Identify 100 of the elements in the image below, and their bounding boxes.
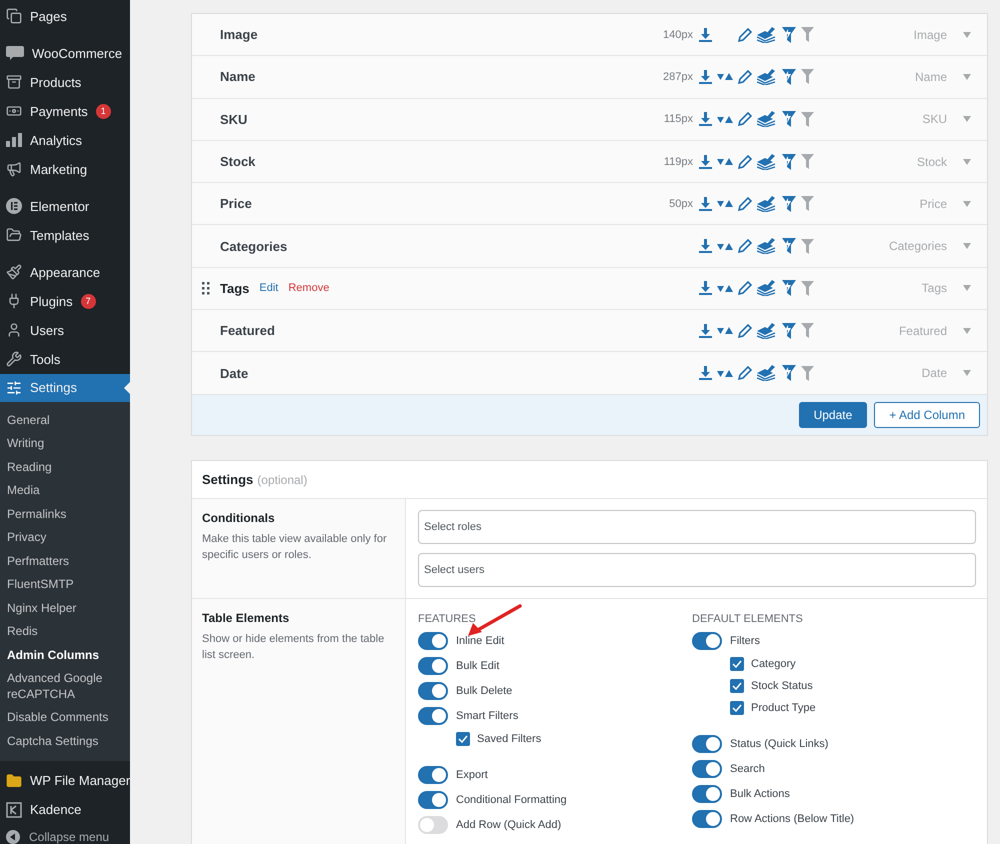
funnel-bolt-icon[interactable]: [782, 154, 796, 170]
pencil-icon[interactable]: [738, 366, 752, 380]
edit-link[interactable]: Edit: [259, 282, 278, 294]
pencil-icon[interactable]: [738, 70, 752, 84]
checkbox[interactable]: [730, 657, 744, 672]
checkbox[interactable]: [730, 679, 744, 694]
column-width: 287px: [662, 70, 694, 83]
submenu-item[interactable]: Writing: [0, 432, 130, 456]
download-icon[interactable]: [699, 70, 712, 84]
pencil-icon[interactable]: [738, 196, 752, 211]
submenu-item[interactable]: Media: [0, 479, 130, 503]
download-icon[interactable]: [699, 28, 712, 42]
submenu-item[interactable]: Permalinks: [0, 502, 130, 526]
menu-item[interactable]: Tools: [0, 344, 130, 374]
submenu-item[interactable]: Redis: [0, 620, 130, 644]
menu-item[interactable]: Settings: [0, 374, 130, 402]
download-icon[interactable]: [699, 281, 712, 296]
submenu-item[interactable]: Perfmatters: [0, 550, 130, 574]
submenu-item[interactable]: General: [0, 408, 130, 432]
menu-item[interactable]: WP File Manager: [0, 766, 130, 796]
column-label: Name: [220, 69, 256, 84]
funnel-bolt-icon[interactable]: [782, 68, 796, 85]
funnel-bolt-icon[interactable]: [782, 111, 796, 128]
pencil-icon[interactable]: [738, 281, 752, 296]
toggle-switch[interactable]: [418, 766, 448, 784]
menu-item[interactable]: Payments 1: [0, 96, 130, 126]
menu-item[interactable]: Templates: [0, 220, 130, 250]
funnel-bolt-icon[interactable]: [782, 196, 796, 212]
funnel-bolt-icon[interactable]: [782, 280, 796, 296]
menu-item[interactable]: Appearance: [0, 258, 130, 287]
download-icon[interactable]: [699, 154, 712, 169]
checkbox[interactable]: [456, 732, 470, 746]
collapse-menu-button[interactable]: Collapse menu: [0, 824, 130, 844]
toggle-switch[interactable]: [418, 790, 448, 809]
menu-item[interactable]: Products: [0, 68, 130, 97]
pencil-icon[interactable]: [738, 28, 752, 42]
funnel-bolt-icon[interactable]: [782, 365, 796, 382]
pencil-icon[interactable]: [738, 239, 752, 254]
stacked-edit-icon[interactable]: [757, 280, 777, 296]
menu-item[interactable]: Marketing: [0, 154, 130, 184]
sort-icon[interactable]: [717, 284, 733, 293]
submenu-item[interactable]: Captcha Settings: [0, 730, 130, 754]
menu-item[interactable]: WooCommerce: [0, 38, 130, 68]
remove-link[interactable]: Remove: [288, 282, 330, 294]
toggle-switch[interactable]: [418, 632, 448, 650]
sort-icon[interactable]: [717, 199, 733, 208]
sort-icon[interactable]: [717, 368, 733, 378]
toggle-switch[interactable]: [692, 784, 722, 803]
submenu-item[interactable]: Advanced Google reCAPTCHA: [0, 667, 130, 706]
drag-handle-icon[interactable]: [202, 282, 210, 295]
submenu-item[interactable]: Disable Comments: [0, 706, 130, 730]
download-icon[interactable]: [699, 366, 712, 380]
sort-icon[interactable]: [717, 72, 733, 82]
pencil-icon[interactable]: [738, 112, 752, 126]
update-button[interactable]: Update: [798, 402, 868, 428]
download-icon[interactable]: [699, 239, 712, 254]
funnel-bolt-icon[interactable]: [782, 322, 796, 339]
toggle-switch[interactable]: [418, 656, 448, 675]
select-field[interactable]: Select roles: [418, 510, 976, 544]
toggle-switch[interactable]: [692, 760, 722, 778]
submenu-item[interactable]: Reading: [0, 456, 130, 480]
stacked-edit-icon[interactable]: [757, 196, 777, 212]
menu-item[interactable]: Elementor: [0, 192, 130, 221]
submenu-item[interactable]: FluentSMTP: [0, 573, 130, 597]
menu-item[interactable]: Users: [0, 316, 130, 345]
menu-item[interactable]: Kadence: [0, 795, 130, 824]
stacked-edit-icon[interactable]: [757, 365, 777, 382]
stacked-edit-icon[interactable]: [757, 111, 777, 128]
bar-chart-icon: [6, 133, 22, 148]
toggle-switch[interactable]: [692, 734, 722, 753]
stacked-edit-icon[interactable]: [757, 68, 777, 85]
sort-icon[interactable]: [717, 157, 733, 166]
stacked-edit-icon[interactable]: [757, 154, 777, 170]
toggle-switch[interactable]: [418, 706, 448, 725]
pencil-icon[interactable]: [738, 154, 752, 169]
toggle-switch[interactable]: [692, 632, 722, 650]
menu-item[interactable]: Plugins 7: [0, 286, 130, 316]
download-icon[interactable]: [699, 112, 712, 126]
download-icon[interactable]: [699, 196, 712, 211]
select-field[interactable]: Select users: [418, 552, 976, 587]
funnel-bolt-icon[interactable]: [782, 26, 796, 43]
add-column-button[interactable]: + Add Column: [874, 402, 980, 428]
funnel-bolt-icon[interactable]: [782, 238, 796, 254]
download-icon[interactable]: [699, 324, 712, 338]
pencil-icon[interactable]: [738, 324, 752, 338]
sort-icon[interactable]: [717, 114, 733, 124]
stacked-edit-icon[interactable]: [757, 26, 777, 43]
sort-icon[interactable]: [717, 326, 733, 336]
stacked-edit-icon[interactable]: [757, 322, 777, 339]
submenu-item[interactable]: Nginx Helper: [0, 596, 130, 620]
toggle-switch[interactable]: [418, 682, 448, 700]
stacked-edit-icon[interactable]: [757, 238, 777, 254]
checkbox[interactable]: [730, 701, 744, 716]
submenu-item[interactable]: Admin Columns: [0, 644, 130, 668]
toggle-switch[interactable]: [418, 816, 448, 834]
menu-item[interactable]: Pages: [0, 2, 130, 31]
submenu-item[interactable]: Privacy: [0, 526, 130, 550]
toggle-switch[interactable]: [692, 810, 722, 828]
menu-item[interactable]: Analytics: [0, 126, 130, 155]
sort-icon[interactable]: [717, 242, 733, 251]
